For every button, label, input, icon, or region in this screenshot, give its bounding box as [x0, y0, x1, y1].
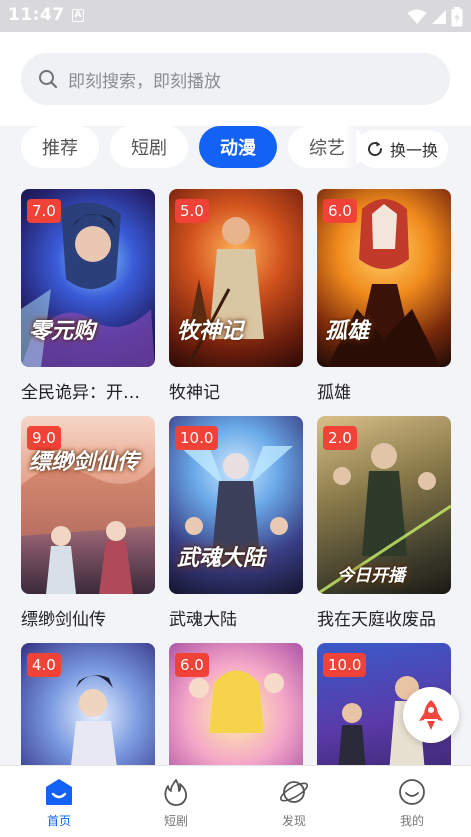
nav-home-label: 首页	[46, 814, 71, 828]
smile-icon	[399, 779, 425, 805]
rating-badge: 5.0	[175, 199, 209, 223]
nav-short-drama[interactable]: 短剧	[146, 778, 206, 829]
video-card[interactable]: 2.0 今日开播 我在天庭收废品	[317, 416, 451, 630]
planet-icon	[279, 781, 309, 803]
tab-anime[interactable]: 动漫	[199, 126, 277, 168]
video-card[interactable]: 10.0 武魂大陆 武魂大陆	[169, 416, 303, 630]
rating-badge: 10.0	[323, 653, 367, 677]
video-card[interactable]: 5.0 牧神记 牧神记	[169, 189, 303, 403]
rocket-fab-button[interactable]	[403, 687, 459, 743]
search-icon	[39, 70, 58, 89]
cover-title-art: 孤雄	[325, 318, 370, 344]
rating-badge: 7.0	[27, 199, 61, 223]
video-card[interactable]: 6.0 孤雄 孤雄	[317, 189, 451, 403]
card-title: 我在天庭收废品	[317, 610, 436, 630]
rating-badge: 6.0	[175, 653, 209, 677]
nav-discover[interactable]: 发现	[264, 778, 324, 829]
bottom-navigation: 首页 短剧 发现 我的	[0, 765, 471, 837]
nav-short-drama-label: 短剧	[163, 814, 188, 828]
video-card[interactable]: 9.0 缥缈剑仙传 缥缈剑仙传	[21, 416, 155, 630]
wifi-icon	[407, 9, 427, 24]
search-placeholder: 即刻搜索，即刻播放	[68, 72, 221, 92]
signal-icon	[432, 10, 446, 24]
cover-image: 10.0 武魂大陆	[169, 416, 303, 594]
nav-profile[interactable]: 我的	[382, 778, 442, 829]
card-title: 武魂大陆	[169, 610, 237, 630]
nav-discover-label: 发现	[281, 814, 306, 828]
system-icons	[407, 7, 463, 27]
flame-icon	[164, 779, 188, 806]
refresh-icon	[368, 141, 382, 157]
header: 即刻搜索，即刻播放	[0, 32, 471, 126]
nav-profile-label: 我的	[399, 814, 424, 828]
card-title: 缥缈剑仙传	[21, 610, 106, 630]
cover-title-art: 零元购	[29, 318, 96, 344]
rating-badge: 2.0	[323, 426, 357, 450]
refresh-button[interactable]: 换一换	[356, 130, 448, 168]
category-tabs: 推荐 短剧 动漫 综艺 换一换	[0, 126, 471, 174]
cover-title-art: 今日开播	[337, 566, 405, 586]
search-bar[interactable]: 即刻搜索，即刻播放	[21, 53, 450, 105]
card-title: 全民诡异：开…	[21, 383, 140, 403]
notification-a-icon: A	[72, 9, 84, 22]
rating-badge: 4.0	[27, 653, 61, 677]
status-bar: 11:47 A	[0, 0, 471, 32]
cover-image: 2.0 今日开播	[317, 416, 451, 594]
tab-fade	[344, 126, 356, 172]
cover-image: 5.0 牧神记	[169, 189, 303, 367]
video-card[interactable]: 7.0 零元购 全民诡异：开…	[21, 189, 155, 403]
cover-title-art: 武魂大陆	[177, 545, 266, 571]
cover-title-art: 牧神记	[177, 318, 244, 344]
status-time: 11:47	[8, 5, 65, 25]
cover-image: 7.0 零元购	[21, 189, 155, 367]
home-icon	[46, 779, 72, 805]
cover-image: 9.0 缥缈剑仙传	[21, 416, 155, 594]
tab-short-drama[interactable]: 短剧	[110, 126, 188, 168]
rocket-icon	[419, 700, 443, 730]
rating-badge: 10.0	[175, 426, 219, 450]
cover-image: 6.0 孤雄	[317, 189, 451, 367]
battery-icon	[451, 7, 463, 27]
cover-title-art: 缥缈剑仙传	[29, 449, 140, 475]
nav-home[interactable]: 首页	[29, 778, 89, 829]
refresh-label: 换一换	[389, 141, 438, 160]
tab-recommend[interactable]: 推荐	[21, 126, 99, 168]
rating-badge: 6.0	[323, 199, 357, 223]
card-title: 牧神记	[169, 383, 220, 403]
card-title: 孤雄	[317, 383, 351, 403]
